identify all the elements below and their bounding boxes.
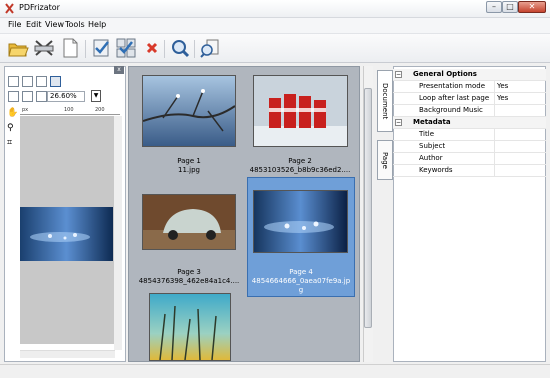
toolbar-separator bbox=[164, 40, 165, 58]
thumbnail-page-1[interactable] bbox=[142, 75, 236, 147]
ruler-unit: px bbox=[22, 107, 29, 113]
category-label: Metadata bbox=[413, 118, 451, 126]
thumbnail-page-label: Page 1 bbox=[177, 157, 201, 165]
app-icon bbox=[4, 3, 15, 14]
delete-icon[interactable] bbox=[141, 37, 163, 59]
blank-page-icon[interactable] bbox=[59, 37, 81, 59]
window-title: PDFrizator bbox=[19, 3, 60, 12]
property-value[interactable] bbox=[494, 105, 546, 116]
property-label: Keywords bbox=[419, 166, 453, 174]
menu-tools[interactable]: Tools bbox=[65, 20, 85, 29]
horizontal-ruler: px 100 200 bbox=[20, 106, 120, 115]
thumbnail-scrollbar-thumb[interactable] bbox=[364, 88, 372, 328]
tab-page[interactable]: Page bbox=[377, 140, 393, 180]
property-label: Background Music bbox=[419, 106, 483, 114]
thumbnail-page-label: Page 4 bbox=[289, 268, 313, 276]
property-value[interactable] bbox=[494, 165, 546, 176]
thumbnail-page-label: Page 2 bbox=[288, 157, 312, 165]
property-row[interactable]: Author bbox=[393, 153, 546, 165]
copy-icon[interactable] bbox=[22, 91, 33, 102]
thumbnail-caption: Page 3 4854376398_462e84a1c4.... bbox=[128, 268, 250, 286]
property-label: Loop after last page bbox=[419, 94, 490, 102]
thumbnail-caption: Page 1 11.jpg bbox=[130, 157, 248, 175]
checked-document-icon[interactable] bbox=[90, 37, 112, 59]
thumbnail-page-4[interactable] bbox=[253, 190, 348, 253]
property-label: Author bbox=[419, 154, 443, 162]
thumbnail-caption: Page 4 4854664666_0aea07fe9a.jp g bbox=[247, 268, 355, 295]
close-button[interactable]: ✕ bbox=[518, 1, 546, 13]
thumbnail-page-label: Page 3 bbox=[177, 268, 201, 276]
title-bar bbox=[0, 0, 550, 18]
print-icon[interactable] bbox=[8, 91, 19, 102]
open-folder-icon[interactable] bbox=[7, 37, 29, 59]
fit-width-icon[interactable] bbox=[22, 76, 33, 87]
property-value[interactable]: Yes bbox=[494, 93, 546, 104]
property-label: Title bbox=[419, 130, 435, 138]
thumbnail-page-3[interactable] bbox=[142, 194, 236, 250]
menu-view[interactable]: View bbox=[45, 20, 64, 29]
tab-document[interactable]: Document bbox=[377, 70, 393, 132]
menu-bar: File Edit View Tools Help bbox=[0, 18, 550, 33]
property-row[interactable]: Background Music bbox=[393, 105, 546, 117]
toolbar-separator bbox=[85, 40, 86, 58]
fit-page-icon[interactable] bbox=[36, 76, 47, 87]
category-general-options[interactable]: − General Options bbox=[393, 69, 546, 81]
property-label: Subject bbox=[419, 142, 446, 150]
thumbnail-file-label: 4854376398_462e84a1c4.... bbox=[138, 277, 240, 285]
scanner-icon[interactable] bbox=[33, 37, 55, 59]
thumbnail-page-2[interactable] bbox=[253, 75, 348, 147]
ruler-tick-label: 200 bbox=[95, 107, 105, 113]
single-page-view-icon[interactable] bbox=[8, 76, 19, 87]
zoom-dropdown-button[interactable]: ▼ bbox=[91, 90, 101, 102]
property-value[interactable]: Yes bbox=[494, 81, 546, 92]
search-zoom-icon[interactable] bbox=[169, 37, 191, 59]
category-label: General Options bbox=[413, 70, 477, 78]
thumbnail-file-label: g bbox=[298, 286, 304, 294]
menu-edit[interactable]: Edit bbox=[26, 20, 42, 29]
thumbnail-file-label: 4853103526_b8b9c36ed2.... bbox=[249, 166, 351, 174]
thumbnail-file-label: 11.jpg bbox=[178, 166, 200, 174]
export-icon[interactable] bbox=[199, 37, 221, 59]
zoom-tool-icon[interactable]: ⚲ bbox=[7, 123, 18, 134]
minimize-button[interactable]: – bbox=[486, 1, 502, 13]
hand-tool-icon[interactable]: ✋ bbox=[7, 108, 18, 119]
category-metadata[interactable]: − Metadata bbox=[393, 117, 546, 129]
page-preview-image bbox=[20, 207, 113, 261]
collapse-icon[interactable]: − bbox=[395, 71, 402, 78]
property-value[interactable] bbox=[494, 141, 546, 152]
toolbar bbox=[0, 33, 550, 63]
property-row[interactable]: Subject bbox=[393, 141, 546, 153]
ruler-tick-label: 100 bbox=[64, 107, 74, 113]
crop-tool-icon[interactable]: ⌗ bbox=[7, 138, 18, 149]
property-row[interactable]: Title bbox=[393, 129, 546, 141]
preview-vertical-scrollbar[interactable] bbox=[114, 116, 122, 350]
menu-file[interactable]: File bbox=[8, 20, 21, 29]
collapse-icon[interactable]: − bbox=[395, 119, 402, 126]
thumbnail-file-label: 4854664666_0aea07fe9a.jp bbox=[251, 277, 351, 285]
rotate-icon[interactable] bbox=[36, 91, 47, 102]
maximize-button[interactable]: □ bbox=[502, 1, 518, 13]
status-bar bbox=[0, 364, 550, 378]
property-row[interactable]: Presentation mode Yes bbox=[393, 81, 546, 93]
zoom-level-field[interactable]: 26.60% bbox=[47, 91, 85, 102]
actual-size-icon[interactable] bbox=[50, 76, 61, 87]
property-value[interactable] bbox=[494, 129, 546, 140]
property-row[interactable]: Keywords bbox=[393, 165, 546, 177]
property-row[interactable]: Loop after last page Yes bbox=[393, 93, 546, 105]
close-panel-icon[interactable]: x bbox=[114, 66, 124, 74]
property-value[interactable] bbox=[494, 153, 546, 164]
thumbnail-page-5[interactable] bbox=[149, 293, 231, 361]
checked-grid-icon[interactable] bbox=[115, 37, 137, 59]
property-label: Presentation mode bbox=[419, 82, 486, 90]
thumbnail-caption: Page 2 4853103526_b8b9c36ed2.... bbox=[236, 157, 364, 175]
toolbar-separator bbox=[194, 40, 195, 58]
preview-horizontal-scrollbar[interactable] bbox=[20, 350, 115, 358]
menu-help[interactable]: Help bbox=[88, 20, 106, 29]
